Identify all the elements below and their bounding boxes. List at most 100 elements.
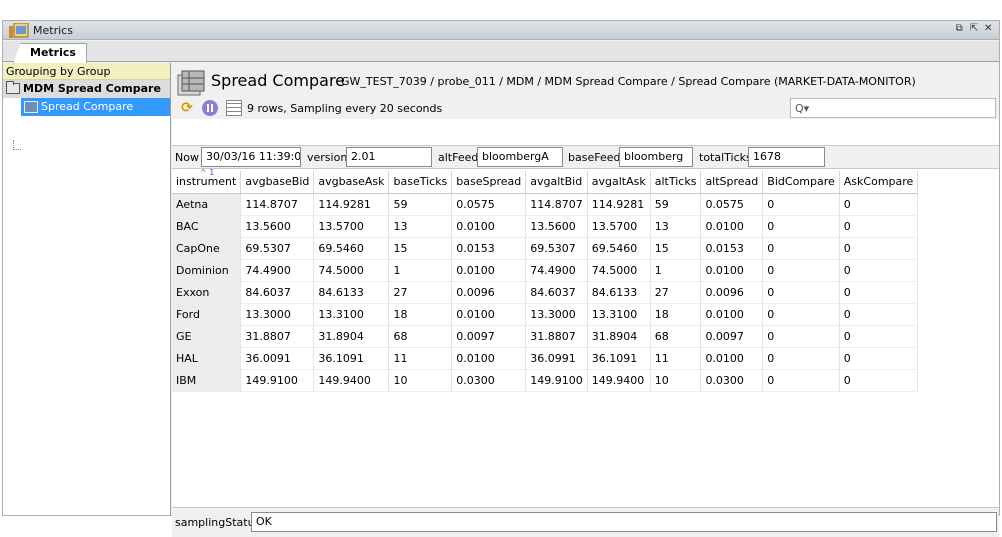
panel-header: Spread Compare GW_TEST_7039 / probe_011 …: [172, 63, 999, 119]
table-cell: 0.0100: [700, 215, 764, 238]
tab-metrics[interactable]: Metrics: [13, 43, 87, 63]
table-cell: 0: [839, 237, 919, 260]
table-cell: 69.5307: [240, 237, 315, 260]
table-cell: 149.9400: [587, 369, 651, 392]
metrics-window: Metrics ⧉ ⇱ ✕ Metrics Grouping by Group …: [2, 20, 1000, 537]
version-field[interactable]: 2.01: [346, 147, 432, 167]
columns-icon[interactable]: [226, 100, 242, 116]
search-input[interactable]: [813, 100, 993, 116]
data-table-container: ^ 1 instrument avgbaseBid avgbaseAsk base…: [172, 168, 999, 507]
table-body: Aetna 114.8707 114.9281 59 0.0575 114.8707 114…: [172, 193, 919, 392]
table-row[interactable]: Aetna 114.8707 114.9281 59 0.0575 114.8707 114…: [172, 193, 919, 216]
table-cell: 31.8807: [525, 325, 588, 348]
table-cell: 59: [388, 193, 453, 216]
table-cell: 84.6037: [240, 281, 315, 304]
table-cell: 15: [388, 237, 453, 260]
refresh-icon[interactable]: ⟳: [179, 100, 195, 116]
column-header[interactable]: ^ 1 instrument: [172, 168, 242, 194]
instrument-cell: Exxon: [172, 281, 242, 304]
column-header[interactable]: baseTicks: [388, 171, 453, 194]
now-label: Now: [175, 151, 199, 164]
tree-connector: [13, 140, 21, 150]
breadcrumb: GW_TEST_7039 / probe_011 / MDM / MDM Spr…: [341, 75, 916, 88]
table-cell: 0: [762, 193, 840, 216]
table-cell: 69.5460: [313, 237, 390, 260]
table-row[interactable]: GE 31.8807 31.8904 68 0.0097 31.8807 31.8904 68…: [172, 325, 919, 348]
table-cell: 0.0153: [700, 237, 764, 260]
altfeed-field[interactable]: bloombergA: [477, 147, 563, 167]
basefeed-label: baseFeed: [568, 151, 621, 164]
column-header[interactable]: avgaltAsk: [587, 171, 651, 194]
table-cell: 0: [839, 215, 919, 238]
sidebar: Grouping by Group MDM Spread Compare Spr…: [3, 63, 171, 515]
table-cell: 74.4900: [240, 259, 315, 282]
tree-item-spread-compare[interactable]: Spread Compare: [21, 98, 170, 116]
table-cell: 0: [762, 369, 840, 392]
table-row[interactable]: Ford 13.3000 13.3100 18 0.0100 13.3000 13.3100…: [172, 303, 919, 326]
restore-icon[interactable]: ⧉: [956, 23, 965, 34]
instrument-cell: Aetna: [172, 193, 242, 216]
table-cell: 0: [839, 347, 919, 370]
table-row[interactable]: BAC 13.5600 13.5700 13 0.0100 13.5600 13.5700 1…: [172, 215, 919, 238]
sampling-status-bar: samplingStatus OK: [172, 507, 999, 537]
table-cell: 31.8904: [587, 325, 651, 348]
metrics-app-icon: [9, 23, 29, 38]
table-cell: 13.3000: [240, 303, 315, 326]
search-icon[interactable]: Q▾: [795, 102, 809, 115]
table-cell: 0: [762, 215, 840, 238]
sampling-status-field[interactable]: OK: [251, 512, 997, 532]
table-cell: 13.3000: [525, 303, 588, 326]
title-bar: Metrics ⧉ ⇱ ✕: [3, 21, 999, 40]
table-cell: 27: [650, 281, 702, 304]
database-icon: [177, 70, 205, 96]
totalticks-field[interactable]: 1678: [748, 147, 825, 167]
now-field[interactable]: 30/03/16 11:39:01: [201, 147, 301, 167]
sort-indicator: ^ 1: [200, 168, 215, 177]
table-cell: 0.0100: [451, 215, 527, 238]
table-row[interactable]: CapOne 69.5307 69.5460 15 0.0153 69.5307 69.54…: [172, 237, 919, 260]
column-header[interactable]: avgaltBid: [525, 171, 588, 194]
table-row[interactable]: HAL 36.0091 36.1091 11 0.0100 36.0991 36.1091 1…: [172, 347, 919, 370]
table-cell: 149.9400: [313, 369, 390, 392]
column-header[interactable]: baseSpread: [451, 171, 527, 194]
column-header[interactable]: AskCompare: [839, 171, 919, 194]
table-cell: 69.5460: [587, 237, 651, 260]
pin-icon[interactable]: ⇱: [970, 23, 979, 34]
table-cell: 0: [762, 281, 840, 304]
close-icon[interactable]: ✕: [984, 23, 993, 34]
pause-icon[interactable]: [202, 100, 218, 116]
table-cell: 74.5000: [313, 259, 390, 282]
tree-group-mdm-spread-compare[interactable]: MDM Spread Compare: [3, 80, 170, 98]
table-cell: 0.0100: [700, 347, 764, 370]
sampling-status-label: samplingStatus: [175, 516, 261, 529]
table-row[interactable]: IBM 149.9100 149.9400 10 0.0300 149.9100 149.9…: [172, 369, 919, 392]
column-header[interactable]: avgbaseAsk: [313, 171, 390, 194]
folder-icon: [6, 81, 20, 94]
table-cell: 10: [650, 369, 702, 392]
tree-item-label: Spread Compare: [41, 100, 134, 113]
column-header[interactable]: BidCompare: [762, 171, 840, 194]
tab-strip: Metrics: [3, 41, 999, 63]
grouping-header[interactable]: Grouping by Group: [3, 63, 170, 80]
table-cell: 36.1091: [313, 347, 390, 370]
table-cell: 10: [388, 369, 453, 392]
instrument-cell: Dominion: [172, 259, 242, 282]
table-cell: 0.0100: [700, 303, 764, 326]
table-cell: 36.0991: [525, 347, 588, 370]
column-header[interactable]: altTicks: [650, 171, 702, 194]
table-cell: 11: [388, 347, 453, 370]
altfeed-label: altFeed: [438, 151, 479, 164]
table-cell: 13.3100: [587, 303, 651, 326]
column-header[interactable]: avgbaseBid: [240, 171, 315, 194]
column-header[interactable]: altSpread: [700, 171, 764, 194]
table-cell: 0.0153: [451, 237, 527, 260]
table-row[interactable]: Dominion 74.4900 74.5000 1 0.0100 74.4900 74.5…: [172, 259, 919, 282]
table-cell: 1: [650, 259, 702, 282]
table-cell: 13.5700: [587, 215, 651, 238]
table-cell: 68: [650, 325, 702, 348]
table-row[interactable]: Exxon 84.6037 84.6133 27 0.0096 84.6037 84.613…: [172, 281, 919, 304]
table-cell: 36.0091: [240, 347, 315, 370]
search-box[interactable]: Q▾: [790, 98, 996, 118]
basefeed-field[interactable]: bloomberg: [619, 147, 693, 167]
table-cell: 0: [839, 193, 919, 216]
